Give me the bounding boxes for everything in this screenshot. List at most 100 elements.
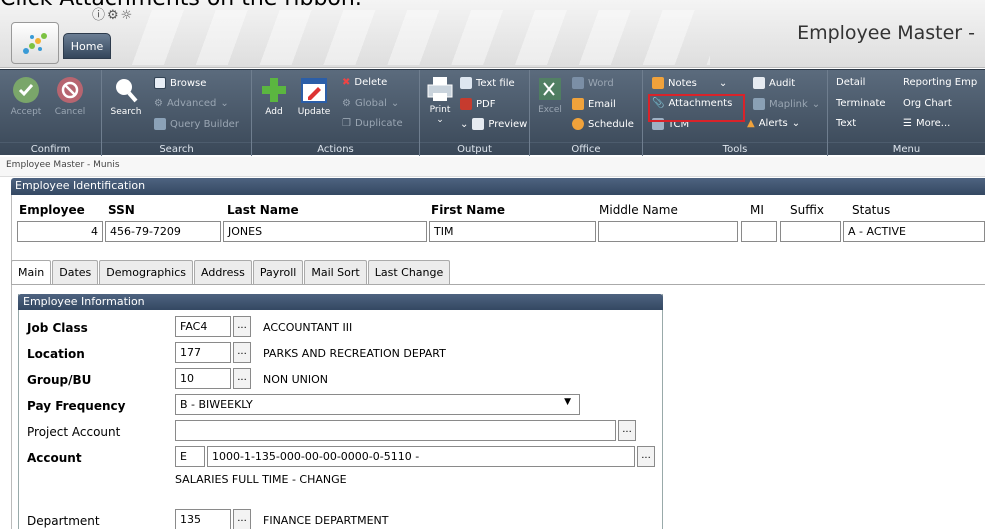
advanced-icon: ⚙ (154, 98, 163, 109)
duplicate-button[interactable]: ❐ Duplicate (342, 118, 403, 129)
tab-main[interactable]: Main (11, 260, 52, 285)
ribbon-group-menu: Detail Terminate Text Reporting Emp Org … (828, 70, 985, 156)
more-button[interactable]: ☰ More... (903, 118, 950, 129)
ribbon-group-label-menu: Menu (828, 142, 985, 155)
browse-button[interactable]: Browse (154, 77, 206, 89)
mi-field[interactable] (741, 221, 777, 242)
detail-button[interactable]: Detail (836, 77, 865, 88)
employee-number-field[interactable]: 4 (17, 221, 103, 242)
tab-address[interactable]: Address (194, 260, 252, 285)
suffix-header: Suffix (790, 203, 824, 217)
location-code-field[interactable]: 177 (175, 342, 231, 363)
tab-home[interactable]: Home (63, 33, 111, 59)
job-class-lookup-button[interactable]: ... (233, 316, 251, 337)
location-lookup-button[interactable]: ... (233, 342, 251, 363)
breadcrumb: Employee Master - Munis (0, 157, 985, 177)
mi-header: MI (750, 203, 764, 217)
alerts-button[interactable]: ▲ Alerts ⌄ (747, 118, 800, 129)
ssn-field[interactable]: 456-79-7209 (105, 221, 221, 242)
middle-name-field[interactable] (598, 221, 738, 242)
notes-button[interactable]: Notes ⌄ (652, 77, 727, 89)
print-icon (427, 77, 453, 101)
add-button[interactable]: Add (254, 76, 294, 117)
tab-dates[interactable]: Dates (52, 260, 99, 285)
tab-last-change[interactable]: Last Change (367, 260, 451, 285)
department-code-field[interactable]: 135 (175, 509, 231, 529)
ribbon-group-label-confirm: Confirm (0, 142, 101, 155)
app-logo-button[interactable] (11, 22, 59, 64)
tab-demographics[interactable]: Demographics (99, 260, 194, 285)
preview-icon (472, 118, 485, 130)
first-name-header: First Name (431, 203, 506, 217)
location-label: Location (27, 347, 85, 361)
status-field[interactable]: A - ACTIVE (843, 221, 985, 242)
pdf-button[interactable]: PDF (460, 98, 495, 110)
department-lookup-button[interactable]: ... (233, 509, 251, 529)
ribbon-group-label-search: Search (102, 142, 251, 155)
suffix-field[interactable] (780, 221, 841, 242)
account-lookup-button[interactable]: ... (637, 446, 655, 467)
project-account-lookup-button[interactable]: ... (618, 420, 636, 441)
schedule-button[interactable]: Schedule (572, 118, 634, 130)
pay-frequency-value: B - BIWEEKLY (180, 398, 253, 411)
search-button[interactable]: Search (106, 76, 146, 117)
chevron-down-icon: ⌄ (390, 98, 400, 109)
project-account-field[interactable] (175, 420, 616, 441)
first-name-field[interactable]: TIM (429, 221, 596, 242)
preview-button[interactable]: ⌄ Preview (460, 118, 527, 130)
accept-button[interactable]: Accept (6, 76, 46, 117)
word-button[interactable]: Word (572, 77, 614, 89)
audit-button[interactable]: Audit (753, 77, 795, 89)
account-label: Account (27, 451, 82, 465)
account-type-field[interactable]: E (175, 446, 205, 467)
tab-bar: Main Dates Demographics Address Payroll … (11, 260, 451, 285)
global-icon: ⚙ (342, 98, 351, 109)
maplink-button[interactable]: Maplink ⌄ (753, 98, 820, 110)
ribbon-group-label-tools: Tools (643, 142, 827, 155)
group-bu-code-field[interactable]: 10 (175, 368, 231, 389)
schedule-icon (572, 118, 584, 130)
ribbon: Accept Cancel Confirm Search Browse ⚙ Adv… (0, 69, 985, 156)
pdf-icon (460, 98, 472, 110)
status-header: Status (852, 203, 891, 217)
terminate-button[interactable]: Terminate (836, 98, 886, 109)
last-name-field[interactable]: JONES (223, 221, 427, 242)
location-description: PARKS AND RECREATION DEPART (263, 347, 446, 360)
middle-name-header: Middle Name (599, 203, 678, 217)
reporting-button[interactable]: Reporting Emp (903, 77, 977, 88)
query-builder-button[interactable]: Query Builder (154, 118, 239, 130)
tab-payroll[interactable]: Payroll (252, 260, 304, 285)
update-button[interactable]: Update (294, 76, 334, 117)
ribbon-group-actions: Add Update ✖ Delete ⚙ Global ⌄ ❐ Duplicate A… (252, 70, 420, 156)
print-button[interactable]: Print ⌄ (420, 76, 460, 125)
attachments-highlight-box (648, 94, 745, 122)
global-button[interactable]: ⚙ Global ⌄ (342, 98, 399, 109)
group-bu-lookup-button[interactable]: ... (233, 368, 251, 389)
account-description: SALARIES FULL TIME - CHANGE (175, 473, 347, 486)
dropdown-arrow-icon: ▼ (564, 397, 571, 407)
add-icon (262, 78, 286, 102)
pay-frequency-select[interactable]: B - BIWEEKLY ▼ (175, 394, 580, 415)
tab-mail-sort[interactable]: Mail Sort (304, 260, 367, 285)
advanced-button[interactable]: ⚙ Advanced ⌄ (154, 98, 229, 109)
word-icon (572, 77, 584, 89)
ribbon-group-output: Print ⌄ Text file PDF ⌄ Preview Output (420, 70, 530, 156)
delete-button[interactable]: ✖ Delete (342, 77, 387, 88)
excel-button[interactable]: Excel (530, 76, 570, 115)
cancel-button[interactable]: Cancel (50, 76, 90, 117)
project-account-label: Project Account (27, 425, 121, 439)
logo-icon (23, 33, 47, 54)
email-icon (572, 98, 584, 110)
cancel-icon (57, 77, 83, 103)
email-button[interactable]: Email (572, 98, 616, 110)
chevron-down-icon: ⌄ (811, 98, 821, 110)
job-class-code-field[interactable]: FAC4 (175, 316, 231, 337)
text-file-button[interactable]: Text file (460, 77, 515, 89)
text-button[interactable]: Text (836, 118, 856, 129)
instruction-text: Click Attachments on the ribbon. (0, 0, 362, 11)
account-number-field[interactable]: 1000-1-135-000-00-00-0000-0-5110 - (207, 446, 635, 467)
chevron-down-icon: ⌄ (220, 98, 229, 109)
text-file-icon (460, 77, 472, 89)
alert-bell-icon: ▲ (747, 118, 755, 129)
org-chart-button[interactable]: Org Chart (903, 98, 952, 109)
